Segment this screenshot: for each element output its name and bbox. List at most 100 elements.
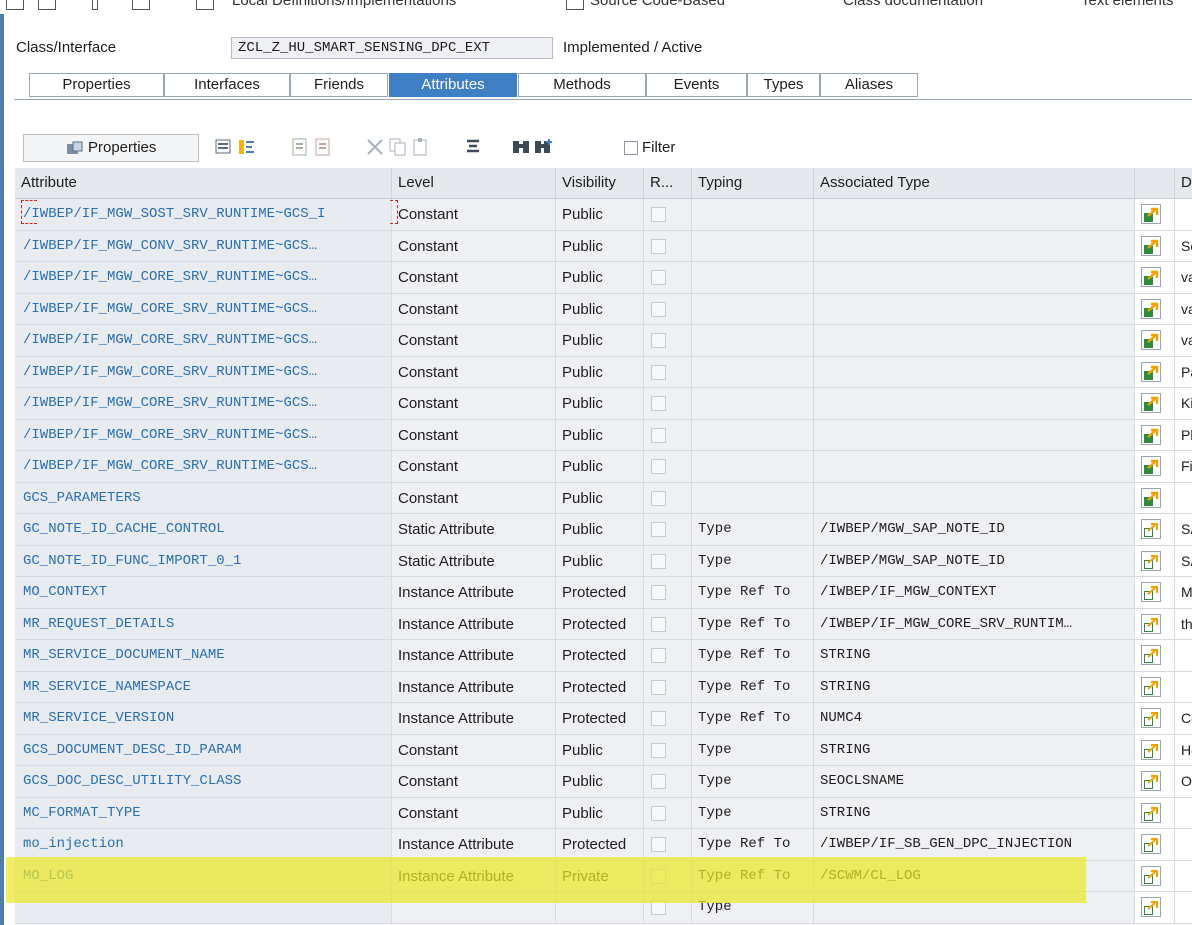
associated-type-cell[interactable]: /IWBEP/IF_MGW_CORE_SRV_RUNTIM… [814, 608, 1135, 640]
table-row[interactable]: /IWBEP/IF_MGW_CORE_SRV_RUNTIME~GCS… Const… [15, 419, 1192, 451]
level-cell[interactable]: Constant [392, 325, 556, 357]
attribute-cell[interactable]: GCS_DOC_DESC_UTILITY_CLASS [15, 766, 392, 798]
typing-cell[interactable]: Type Ref To [692, 577, 814, 609]
col-header-typing[interactable]: Typing [692, 168, 814, 198]
description-cell[interactable]: Sc [1175, 230, 1192, 262]
level-cell[interactable]: Constant [392, 797, 556, 829]
navigate-icon[interactable] [1141, 676, 1161, 697]
level-cell[interactable]: Constant [392, 262, 556, 294]
level-cell[interactable]: Static Attribute [392, 514, 556, 546]
typing-cell[interactable]: Type [692, 545, 814, 577]
level-cell[interactable]: Constant [392, 419, 556, 451]
table-row[interactable]: /IWBEP/IF_MGW_CORE_SRV_RUNTIME~GCS… Const… [15, 388, 1192, 420]
typing-cell[interactable] [692, 325, 814, 357]
description-cell[interactable] [1175, 797, 1192, 829]
description-cell[interactable]: va [1175, 262, 1192, 294]
table-row[interactable]: /IWBEP/IF_MGW_CORE_SRV_RUNTIME~GCS… Const… [15, 451, 1192, 483]
info-icon[interactable] [92, 0, 98, 10]
attribute-cell[interactable]: /IWBEP/IF_MGW_CONV_SRV_RUNTIME~GCS… [15, 230, 392, 262]
associated-type-cell[interactable]: /IWBEP/MGW_SAP_NOTE_ID [814, 545, 1135, 577]
typing-cell[interactable]: Type Ref To [692, 640, 814, 672]
associated-type-cell[interactable] [814, 199, 1135, 231]
navigate-icon[interactable] [1141, 645, 1161, 665]
description-cell[interactable] [1175, 671, 1192, 703]
table-row[interactable]: MR_SERVICE_VERSION Instance Attribute Prot… [15, 703, 1192, 735]
associated-type-cell[interactable] [814, 482, 1135, 514]
attribute-cell[interactable]: GCS_DOCUMENT_DESC_ID_PARAM [15, 734, 392, 766]
attribute-cell[interactable]: MR_SERVICE_NAMESPACE [15, 671, 392, 703]
description-cell[interactable]: He [1175, 734, 1192, 766]
level-cell[interactable]: Constant [392, 388, 556, 420]
description-cell[interactable]: Pa [1175, 356, 1192, 388]
properties-button[interactable]: Properties [23, 134, 199, 162]
paste-icon[interactable] [410, 136, 432, 158]
table-row[interactable]: /IWBEP/IF_MGW_CORE_SRV_RUNTIME~GCS… Const… [15, 262, 1192, 294]
read-only-checkbox[interactable] [651, 490, 666, 506]
table-row[interactable]: /IWBEP/IF_MGW_CONV_SRV_RUNTIME~GCS… Const… [15, 230, 1192, 262]
associated-type-cell[interactable]: NUMC4 [814, 703, 1135, 735]
level-cell[interactable]: Instance Attribute [392, 640, 556, 672]
associated-type-cell[interactable] [814, 262, 1135, 294]
layout-icon[interactable] [38, 0, 56, 10]
read-only-checkbox[interactable] [651, 711, 666, 726]
cut-icon[interactable] [364, 136, 386, 158]
typing-cell[interactable] [692, 419, 814, 451]
visibility-cell[interactable]: Protected [556, 577, 644, 609]
navigate-icon[interactable] [1141, 424, 1161, 445]
visibility-cell[interactable]: Protected [556, 608, 644, 640]
table-row[interactable]: MR_SERVICE_DOCUMENT_NAME Instance Attribu… [15, 640, 1192, 672]
visibility-cell[interactable]: Protected [556, 640, 644, 672]
table-row[interactable]: mo_injection Instance Attribute Protected T… [15, 829, 1192, 861]
associated-type-cell[interactable]: STRING [814, 734, 1135, 766]
associated-type-cell[interactable]: STRING [814, 640, 1135, 672]
associated-type-cell[interactable]: STRING [814, 797, 1135, 829]
visibility-cell[interactable]: Public [556, 388, 644, 420]
level-cell[interactable]: Constant [392, 199, 556, 231]
visibility-cell[interactable]: Public [556, 262, 644, 294]
tab-events[interactable]: Events [646, 73, 747, 97]
navigate-icon[interactable] [1141, 834, 1161, 854]
typing-cell[interactable] [692, 262, 814, 294]
navigate-icon[interactable] [1141, 613, 1161, 634]
level-cell[interactable]: Instance Attribute [392, 671, 556, 703]
attribute-cell[interactable]: mo_injection [15, 829, 392, 861]
col-header-readonly[interactable]: R... [644, 168, 692, 198]
description-cell[interactable] [1175, 482, 1192, 514]
class-name-field[interactable]: ZCL_Z_HU_SMART_SENSING_DPC_EXT [231, 37, 553, 59]
visibility-cell[interactable]: Public [556, 356, 644, 388]
table-row[interactable]: MR_REQUEST_DETAILS Instance Attribute Prot… [15, 608, 1192, 640]
attribute-cell[interactable]: /IWBEP/IF_MGW_CORE_SRV_RUNTIME~GCS… [15, 356, 392, 388]
attribute-cell[interactable]: MR_SERVICE_DOCUMENT_NAME [15, 640, 392, 672]
associated-type-cell[interactable]: /IWBEP/MGW_SAP_NOTE_ID [814, 514, 1135, 546]
col-header-level[interactable]: Level [392, 168, 556, 198]
attribute-cell[interactable]: /IWBEP/IF_MGW_CORE_SRV_RUNTIME~GCS… [15, 325, 392, 357]
col-header-visibility[interactable]: Visibility [556, 168, 644, 198]
navigate-icon[interactable] [1141, 456, 1161, 476]
read-only-checkbox[interactable] [651, 805, 666, 821]
description-cell[interactable]: O [1175, 766, 1192, 798]
navigate-icon[interactable] [1141, 330, 1161, 350]
typing-cell[interactable] [692, 482, 814, 514]
level-cell[interactable]: Static Attribute [392, 545, 556, 577]
read-only-checkbox[interactable] [651, 616, 666, 632]
read-only-checkbox[interactable] [651, 459, 666, 474]
attribute-cell[interactable]: /IWBEP/IF_MGW_CORE_SRV_RUNTIME~GCS… [15, 293, 392, 325]
table-row[interactable]: MO_CONTEXT Instance Attribute Protected Typ… [15, 577, 1192, 609]
level-cell[interactable]: Instance Attribute [392, 608, 556, 640]
attribute-cell[interactable]: GC_NOTE_ID_FUNC_IMPORT_0_1 [15, 545, 392, 577]
visibility-cell[interactable]: Public [556, 797, 644, 829]
tab-types[interactable]: Types [747, 73, 820, 97]
typing-cell[interactable]: Type Ref To [692, 608, 814, 640]
associated-type-cell[interactable] [814, 451, 1135, 483]
description-cell[interactable]: va [1175, 293, 1192, 325]
attribute-cell[interactable]: /IWBEP/IF_MGW_CORE_SRV_RUNTIME~GCS… [15, 388, 392, 420]
associated-type-cell[interactable]: STRING [814, 671, 1135, 703]
table-row[interactable]: GCS_DOC_DESC_UTILITY_CLASS Constant Public… [15, 766, 1192, 798]
navigate-icon[interactable] [1141, 487, 1161, 508]
tab-attributes[interactable]: Attributes [389, 73, 517, 97]
read-only-checkbox[interactable] [651, 301, 666, 317]
level-cell[interactable]: Constant [392, 356, 556, 388]
read-only-checkbox[interactable] [651, 396, 666, 411]
level-cell[interactable]: Constant [392, 766, 556, 798]
description-cell[interactable]: th [1175, 608, 1192, 640]
